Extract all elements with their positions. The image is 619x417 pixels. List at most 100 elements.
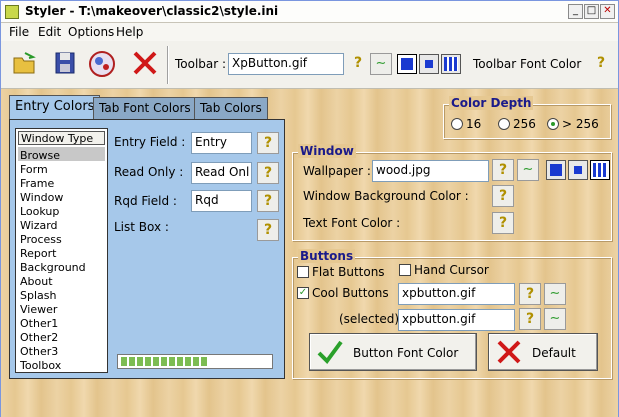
color-depth-gt256-label: > 256 xyxy=(562,117,599,131)
toolbar-wave-button[interactable]: ∼ xyxy=(370,53,392,75)
wallpaper-wave-button[interactable]: ∼ xyxy=(517,159,539,181)
progress-block xyxy=(185,357,191,366)
toolbar-layout-center-button[interactable] xyxy=(419,54,439,74)
progress-block xyxy=(137,357,143,366)
color-depth-title: Color Depth xyxy=(449,96,534,110)
color-depth-256-label: 256 xyxy=(513,117,536,131)
red-x-icon xyxy=(497,340,521,364)
color-depth-gt256-radio[interactable] xyxy=(547,118,559,130)
list-item[interactable]: Browse xyxy=(20,149,60,162)
selected-image-input[interactable]: xpbutton.gif xyxy=(398,309,515,331)
wallpaper-label: Wallpaper : xyxy=(303,164,371,178)
entry-field-input[interactable]: Entry xyxy=(191,132,252,154)
window-type-list[interactable]: Window Type Browse Form Frame Window Lookup W… xyxy=(15,128,108,373)
toolbar-font-color-question-button[interactable]: ? xyxy=(591,53,611,75)
default-button[interactable]: Default xyxy=(488,333,598,371)
window-bg-color-label: Window Background Color : xyxy=(303,189,469,203)
cool-buttons-question-button[interactable]: ? xyxy=(519,283,541,305)
default-label: Default xyxy=(532,346,576,360)
list-item[interactable]: Other3 xyxy=(20,345,58,358)
flat-buttons-label: Flat Buttons xyxy=(312,265,385,279)
list-box-question-button[interactable]: ? xyxy=(257,219,279,241)
hand-cursor-checkbox[interactable] xyxy=(399,264,411,276)
wallpaper-input[interactable]: wood.jpg xyxy=(372,160,489,182)
wallpaper-layout-left-button[interactable] xyxy=(546,160,566,180)
delete-button[interactable] xyxy=(131,49,161,81)
toolbar-question-button[interactable]: ? xyxy=(348,53,368,75)
read-only-label: Read Only : xyxy=(114,165,184,179)
color-depth-256-radio[interactable] xyxy=(498,118,510,130)
toolbar-image-field[interactable]: XpButton.gif xyxy=(228,53,344,75)
rqd-field-input[interactable]: Rqd xyxy=(191,190,252,212)
toolbar-layout-left-button[interactable] xyxy=(397,54,417,74)
app-icon xyxy=(5,5,19,19)
progress-block xyxy=(201,357,207,366)
button-font-color-button[interactable]: Button Font Color xyxy=(309,333,477,371)
selected-wave-button[interactable]: ∼ xyxy=(544,308,566,330)
rqd-question-button[interactable]: ? xyxy=(257,190,279,212)
toolbar-label: Toolbar : xyxy=(175,57,227,71)
toolbar-separator xyxy=(167,46,169,84)
cool-buttons-checkbox[interactable]: ✓ xyxy=(297,287,309,299)
menu-file[interactable]: File xyxy=(9,25,29,39)
progress-block xyxy=(153,357,159,366)
list-item[interactable]: Other2 xyxy=(20,331,58,344)
text-font-color-question-button[interactable]: ? xyxy=(492,212,514,234)
progress-block xyxy=(193,357,199,366)
menu-options[interactable]: Options xyxy=(68,25,114,39)
wallpaper-question-button[interactable]: ? xyxy=(492,159,514,181)
text-font-color-label: Text Font Color : xyxy=(303,216,401,230)
toolbar-layout-tile-button[interactable] xyxy=(441,54,461,74)
cool-buttons-label: Cool Buttons xyxy=(312,286,389,300)
list-item[interactable]: Window xyxy=(20,191,63,204)
progress-block xyxy=(169,357,175,366)
window-title: Styler - T:\makeover\classic2\style.ini xyxy=(25,4,279,18)
list-item[interactable]: Form xyxy=(20,163,48,176)
window-bg-color-question-button[interactable]: ? xyxy=(492,185,514,207)
style-wizard-button[interactable] xyxy=(87,49,117,81)
list-item[interactable]: Report xyxy=(20,247,56,260)
save-button[interactable] xyxy=(51,49,81,81)
read-only-input[interactable]: Read Onl xyxy=(191,162,252,184)
list-item[interactable]: Process xyxy=(20,233,62,246)
tab-entry-colors[interactable]: Entry Colors xyxy=(9,95,101,120)
window-type-header: Window Type xyxy=(18,131,105,145)
open-folder-button[interactable] xyxy=(11,49,41,81)
cool-buttons-image-input[interactable]: xpbutton.gif xyxy=(398,283,515,305)
list-item[interactable]: Background xyxy=(20,261,86,274)
selected-question-button[interactable]: ? xyxy=(519,308,541,330)
menu-edit[interactable]: Edit xyxy=(38,25,61,39)
list-item[interactable]: Toolbox xyxy=(20,359,61,372)
minimize-button[interactable]: _ xyxy=(568,4,583,19)
progress-block xyxy=(121,357,127,366)
list-item[interactable]: Frame xyxy=(20,177,54,190)
palette-icon xyxy=(89,51,115,77)
list-item[interactable]: Lookup xyxy=(20,205,59,218)
entry-question-button[interactable]: ? xyxy=(257,132,279,154)
color-depth-16-radio[interactable] xyxy=(451,118,463,130)
maximize-button[interactable]: □ xyxy=(584,4,599,19)
list-item[interactable]: Other1 xyxy=(20,317,58,330)
wallpaper-layout-tile-button[interactable] xyxy=(590,160,610,180)
list-item[interactable]: About xyxy=(20,275,53,288)
progress-block xyxy=(145,357,151,366)
toolbar-font-color-label: Toolbar Font Color xyxy=(473,57,582,71)
read-only-question-button[interactable]: ? xyxy=(257,162,279,184)
rqd-field-label: Rqd Field : xyxy=(114,194,177,208)
flat-buttons-checkbox[interactable] xyxy=(297,266,309,278)
progress-block xyxy=(177,357,183,366)
list-item[interactable]: Wizard xyxy=(20,219,58,232)
list-item[interactable]: Splash xyxy=(20,289,56,302)
tab-tab-font-colors[interactable]: Tab Font Colors xyxy=(93,97,197,119)
menu-bar: File Edit Options Help xyxy=(1,23,618,41)
list-item[interactable]: Viewer xyxy=(20,303,57,316)
cool-buttons-wave-button[interactable]: ∼ xyxy=(544,283,566,305)
wallpaper-layout-center-button[interactable] xyxy=(568,160,588,180)
close-button[interactable]: ✕ xyxy=(600,4,615,19)
selected-label: (selected) xyxy=(339,312,400,326)
styler-window: Styler - T:\makeover\classic2\style.ini … xyxy=(0,0,619,417)
tab-tab-colors[interactable]: Tab Colors xyxy=(194,97,268,119)
menu-help[interactable]: Help xyxy=(116,25,143,39)
toolbar: Toolbar : XpButton.gif ? ∼ Toolbar Font … xyxy=(1,41,618,89)
progress-bar xyxy=(117,354,273,369)
